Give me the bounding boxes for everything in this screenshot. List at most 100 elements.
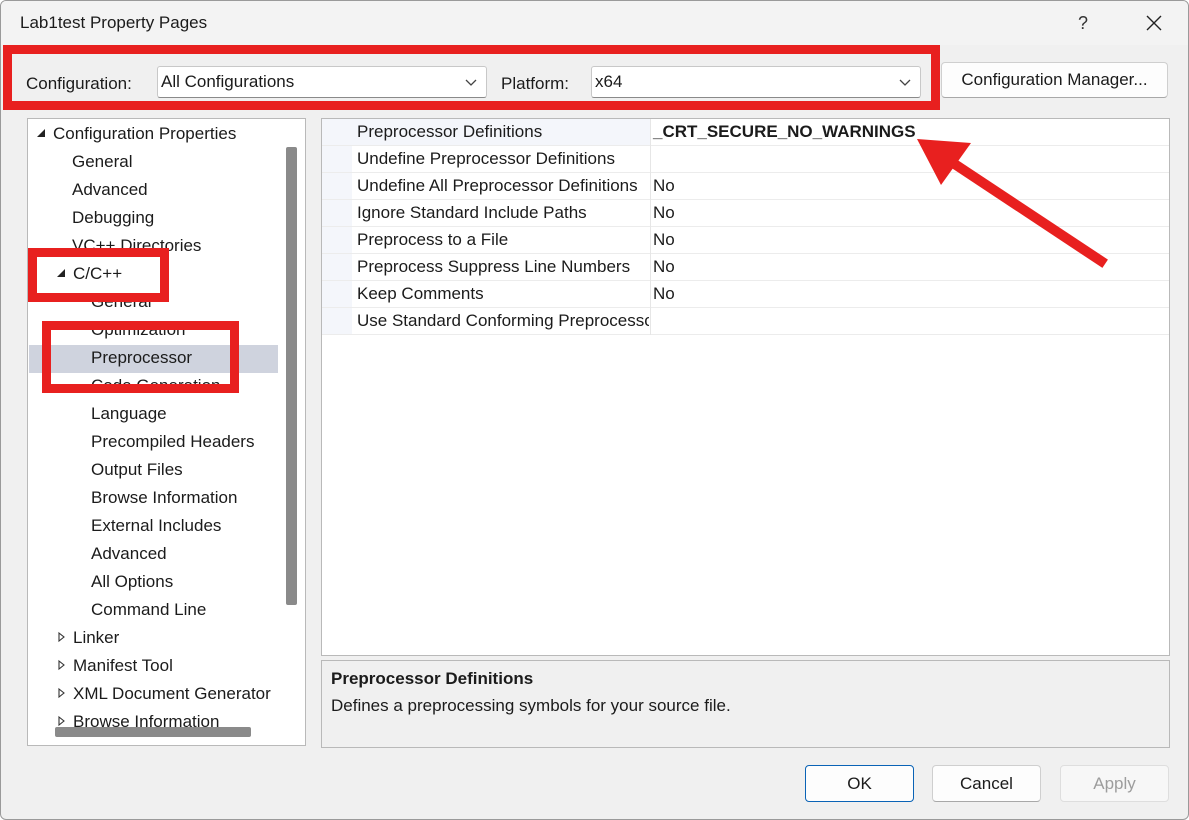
close-button[interactable] [1131,5,1177,41]
tree-item[interactable]: C/C++ [54,261,122,287]
row-gutter [322,254,352,280]
tree-item-label: Configuration Properties [53,124,237,143]
configuration-manager-button[interactable]: Configuration Manager... [941,62,1168,98]
tree-item-label: Precompiled Headers [91,432,255,451]
row-gutter [322,227,352,253]
row-gutter [322,308,352,334]
property-value[interactable]: _CRT_SECURE_NO_WARNINGS [653,122,916,142]
chevron-down-icon [899,79,911,86]
property-name: Undefine All Preprocessor Definitions [357,176,638,195]
ok-button[interactable]: OK [805,765,914,802]
collapsed-triangle-icon[interactable] [54,658,68,672]
tree-item[interactable]: Optimization [91,317,185,343]
property-row[interactable]: Preprocess Suppress Line Numbers No [322,254,1169,281]
tree-item[interactable]: Browse Information [91,485,237,511]
tree-item-label: XML Document Generator [73,684,271,703]
property-name: Preprocess to a File [357,230,509,249]
description-title: Preprocessor Definitions [331,669,534,688]
cancel-button[interactable]: Cancel [932,765,1041,802]
collapsed-triangle-icon[interactable] [54,630,68,644]
tree-item[interactable]: XML Document Generator [54,681,271,707]
property-name: Ignore Standard Include Paths [357,203,587,222]
tree-vertical-scrollbar[interactable] [286,147,297,605]
tree-item[interactable]: General [72,149,132,175]
property-name: Preprocess Suppress Line Numbers [357,257,631,276]
configuration-value: All Configurations [161,72,295,91]
property-row[interactable]: Undefine All Preprocessor Definitions No [322,173,1169,200]
tree-item-label: Browse Information [91,488,238,507]
tree-item-label: Debugging [72,208,155,227]
description-panel: Preprocessor Definitions Defines a prepr… [321,660,1170,748]
tree-item-label: Language [91,404,167,423]
tree-item-label: VC++ Directories [72,236,202,255]
tree-item[interactable]: Output Files [91,457,183,483]
chevron-down-icon [465,79,477,86]
platform-dropdown[interactable]: x64 [591,66,921,98]
property-name: Keep Comments [357,284,484,303]
property-value[interactable]: No [653,257,675,277]
tree-horizontal-scrollbar[interactable] [55,727,251,737]
tree-item[interactable]: Preprocessor [91,345,192,371]
property-row[interactable]: Preprocessor Definitions _CRT_SECURE_NO_W… [322,119,1169,146]
tree-item[interactable]: General [91,289,151,315]
property-grid: Preprocessor Definitions _CRT_SECURE_NO_W… [321,118,1170,656]
collapsed-triangle-icon[interactable] [54,714,68,728]
configuration-dropdown[interactable]: All Configurations [157,66,487,98]
tree-item-label: Advanced [91,544,167,563]
tree-item-label: C/C++ [73,264,123,283]
tree-item[interactable]: Code Generation [91,373,220,399]
tree-item[interactable]: Precompiled Headers [91,429,254,455]
tree-item-label: Preprocessor [91,348,193,367]
title-bar: Lab1test Property Pages ? [1,1,1188,45]
tree-item[interactable]: External Includes [91,513,221,539]
property-name: Undefine Preprocessor Definitions [357,149,615,168]
configuration-label: Configuration: [26,74,132,93]
tree-item-label: Manifest Tool [73,656,173,675]
description-text: Defines a preprocessing symbols for your… [331,696,731,715]
tree-item[interactable]: VC++ Directories [72,233,201,259]
platform-value: x64 [595,72,623,91]
tree-item-label: Advanced [72,180,148,199]
tree-item-label: Optimization [91,320,186,339]
property-row[interactable]: Keep Comments No [322,281,1169,308]
tree-item-label: All Options [91,572,174,591]
tree-item-label: Linker [73,628,120,647]
expanded-triangle-icon[interactable] [34,126,48,140]
tree-item[interactable]: Advanced [72,177,148,203]
row-gutter [322,281,352,307]
tree-item[interactable]: Configuration Properties [34,121,236,147]
window-title: Lab1test Property Pages [20,13,208,32]
row-gutter [322,200,352,226]
property-value[interactable]: No [653,176,675,196]
property-value[interactable]: No [653,284,675,304]
tree-item[interactable]: Language [91,401,167,427]
property-value[interactable]: No [653,203,675,223]
tree-item-label: External Includes [91,516,222,535]
column-separator[interactable] [650,119,651,335]
property-name: Preprocessor Definitions [357,122,543,141]
property-row[interactable]: Ignore Standard Include Paths No [322,200,1169,227]
apply-button[interactable]: Apply [1060,765,1169,802]
tree-item[interactable]: Debugging [72,205,154,231]
tree-item[interactable]: Manifest Tool [54,653,173,679]
tree-item[interactable]: Advanced [91,541,167,567]
expanded-triangle-icon[interactable] [54,266,68,280]
collapsed-triangle-icon[interactable] [54,686,68,700]
tree-item-label: Code Generation [91,376,221,395]
property-value[interactable]: No [653,230,675,250]
help-button[interactable]: ? [1063,5,1103,41]
property-row[interactable]: Undefine Preprocessor Definitions [322,146,1169,173]
row-gutter [322,146,352,172]
row-gutter [322,119,352,145]
property-name: Use Standard Conforming Preprocessor [357,311,649,330]
platform-label: Platform: [501,74,570,93]
tree-item[interactable]: Command Line [91,597,206,623]
tree-item[interactable]: Linker [54,625,119,651]
property-row[interactable]: Use Standard Conforming Preprocessor [322,308,1169,335]
tree-item[interactable]: All Options [91,569,173,595]
category-tree: Configuration Properties General Advanced D… [27,118,306,746]
property-row[interactable]: Preprocess to a File No [322,227,1169,254]
tree-item-label: General [72,152,133,171]
row-gutter [322,173,352,199]
tree-item-label: Output Files [91,460,183,479]
